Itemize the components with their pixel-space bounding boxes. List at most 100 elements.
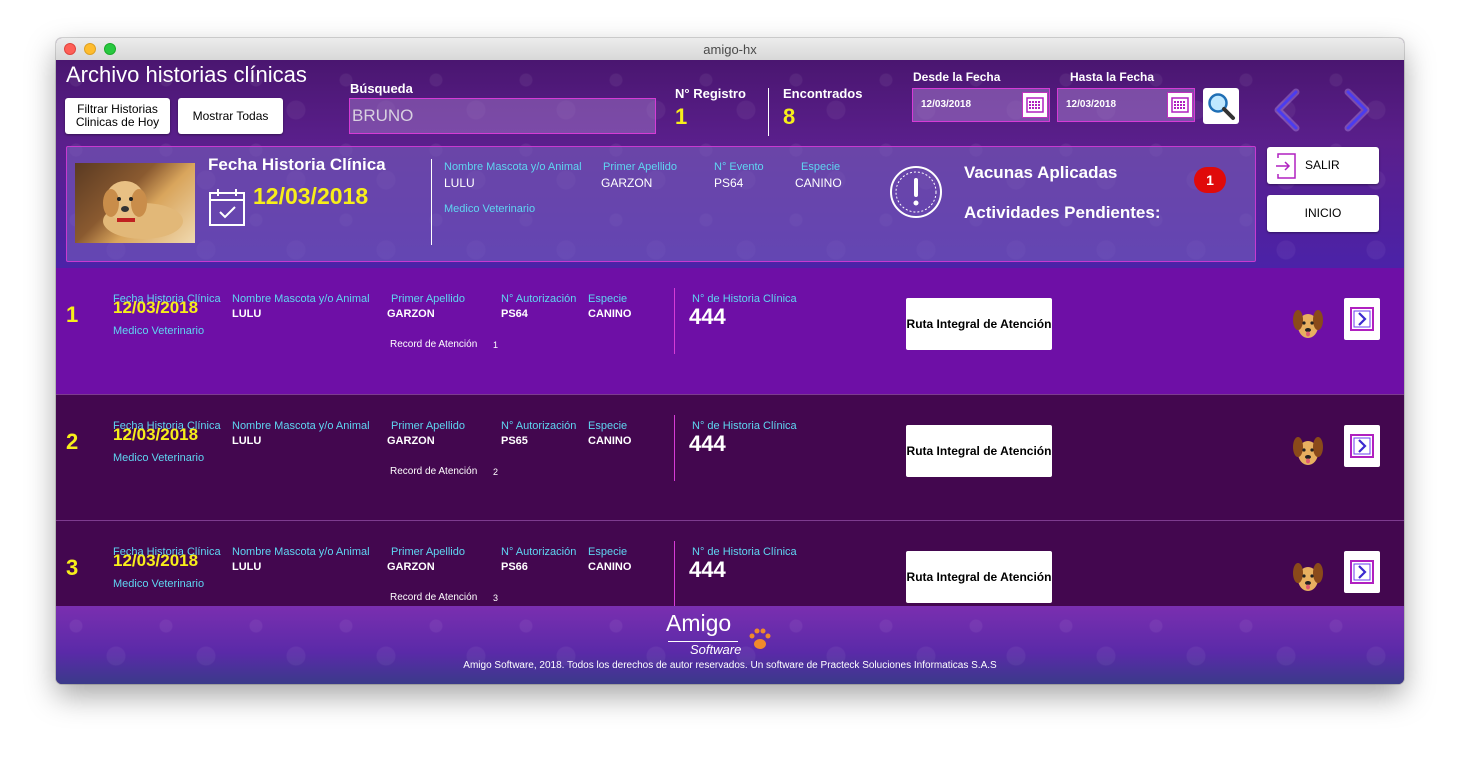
alert-icon [889, 165, 943, 224]
divider [674, 541, 675, 607]
paw-icon [746, 626, 774, 657]
mascota-value: LULU [232, 435, 262, 447]
autorizacion-label: N° Autorización [501, 420, 577, 432]
historia-value: 444 [689, 431, 726, 456]
especie-value: CANINO [588, 435, 632, 447]
prev-arrow-icon[interactable] [1266, 88, 1306, 132]
especie-label: Especie [588, 420, 628, 432]
historia-value: 444 [689, 557, 726, 582]
footer: Amigo Software Amigo Software, 2018. Tod… [56, 606, 1404, 684]
apellido-label: Primer Apellido [603, 161, 677, 173]
medico-label: Medico Veterinario [113, 578, 205, 590]
go-icon [1350, 307, 1374, 331]
record-label: Record de Atención [390, 466, 478, 477]
next-arrow-icon[interactable] [1338, 88, 1378, 132]
footer-logo: Amigo [666, 610, 732, 636]
apellido-value: GARZON [387, 561, 435, 573]
salir-label: SALIR [1305, 158, 1340, 172]
autorizacion-value: PS65 [501, 435, 528, 447]
especie-value: CANINO [588, 308, 632, 320]
title-bar: amigo-hx [56, 38, 1404, 61]
table-row[interactable]: 2 Fecha Historia Clínica 12/03/2018 Medi… [56, 394, 1404, 521]
card-title: Fecha Historia Clínica [208, 155, 386, 174]
dog-icon [1291, 306, 1325, 345]
footer-logo-sub: Software [690, 642, 742, 657]
search-input[interactable]: BRUNO [349, 98, 656, 134]
footer-copyright: Amigo Software, 2018. Todos los derechos… [463, 660, 997, 671]
divider [674, 415, 675, 481]
fecha-value: 12/03/2018 [113, 298, 199, 317]
record-label: Record de Atención [390, 339, 478, 350]
go-icon [1350, 434, 1374, 458]
mascota-value: LULU [444, 176, 475, 190]
mascota-label: Nombre Mascota y/o Animal [232, 420, 370, 432]
calendar-icon[interactable] [1022, 92, 1048, 118]
card-date: 12/03/2018 [253, 183, 369, 209]
vacunas-label: Vacunas Aplicadas [964, 163, 1118, 182]
especie-value: CANINO [588, 561, 632, 573]
hasta-label: Hasta la Fecha [1070, 70, 1155, 84]
autorizacion-value: PS64 [501, 308, 528, 320]
apellido-value: GARZON [387, 308, 435, 320]
divider [431, 159, 432, 245]
mascota-value: LULU [232, 308, 262, 320]
pet-photo [75, 163, 195, 243]
fecha-value: 12/03/2018 [113, 425, 199, 444]
show-all-button[interactable]: Mostrar Todas [178, 98, 283, 134]
filter-today-button[interactable]: Filtrar Historias Clinicas de Hoy [65, 98, 170, 134]
header: Archivo historias clínicas Filtrar Histo… [56, 60, 1404, 268]
row-number: 3 [66, 555, 79, 580]
window-title: amigo-hx [703, 42, 757, 57]
encontrados-value: 8 [783, 104, 796, 129]
especie-label: Especie [801, 161, 841, 173]
apellido-value: GARZON [387, 435, 435, 447]
mascota-label: Nombre Mascota y/o Animal [232, 293, 370, 305]
ruta-integral-button[interactable]: Ruta Integral de Atención [906, 298, 1052, 350]
notification-badge[interactable]: 1 [1194, 167, 1226, 193]
page-title: Archivo historias clínicas [66, 62, 307, 87]
medico-label: Medico Veterinario [444, 203, 536, 215]
row-number: 2 [66, 429, 79, 454]
exit-icon [1276, 152, 1296, 179]
dog-icon [1291, 559, 1325, 598]
registro-label: N° Registro [675, 86, 746, 101]
dog-icon [1291, 433, 1325, 472]
open-record-button[interactable] [1344, 551, 1380, 593]
desde-label: Desde la Fecha [913, 70, 1001, 84]
selected-record-card: Fecha Historia Clínica 12/03/2018 Nombre… [66, 146, 1256, 262]
open-record-button[interactable] [1344, 425, 1380, 467]
especie-label: Especie [588, 293, 628, 305]
record-value: 3 [493, 593, 499, 603]
inicio-button[interactable]: INICIO [1267, 195, 1379, 232]
especie-label: Especie [588, 546, 628, 558]
apellido-label: Primer Apellido [391, 546, 465, 558]
record-value: 2 [493, 467, 499, 477]
historia-value: 444 [689, 304, 726, 329]
evento-label: N° Evento [714, 161, 764, 173]
divider [674, 288, 675, 354]
encontrados-label: Encontrados [783, 86, 863, 101]
apellido-label: Primer Apellido [391, 420, 465, 432]
calendar-icon[interactable] [1167, 92, 1193, 118]
record-value: 1 [493, 340, 499, 350]
search-button[interactable] [1203, 88, 1239, 124]
app-window: amigo-hx Archivo historias clínicas Filt… [56, 38, 1404, 684]
especie-value: CANINO [795, 176, 842, 190]
search-label: Búsqueda [350, 81, 413, 96]
calendar-check-icon [208, 187, 246, 232]
salir-button[interactable]: SALIR [1267, 147, 1379, 184]
medico-label: Medico Veterinario [113, 325, 205, 337]
mascota-label: Nombre Mascota y/o Animal [232, 546, 370, 558]
go-icon [1350, 560, 1374, 584]
mascota-value: LULU [232, 561, 262, 573]
evento-value: PS64 [714, 176, 744, 190]
row-number: 1 [66, 302, 79, 327]
registro-value: 1 [675, 104, 688, 129]
ruta-integral-button[interactable]: Ruta Integral de Atención [906, 425, 1052, 477]
mascota-label: Nombre Mascota y/o Animal [444, 161, 582, 173]
fecha-value: 12/03/2018 [113, 551, 199, 570]
medico-label: Medico Veterinario [113, 452, 205, 464]
open-record-button[interactable] [1344, 298, 1380, 340]
table-row[interactable]: 1 Fecha Historia Clínica 12/03/2018 Medi… [56, 268, 1404, 394]
ruta-integral-button[interactable]: Ruta Integral de Atención [906, 551, 1052, 603]
